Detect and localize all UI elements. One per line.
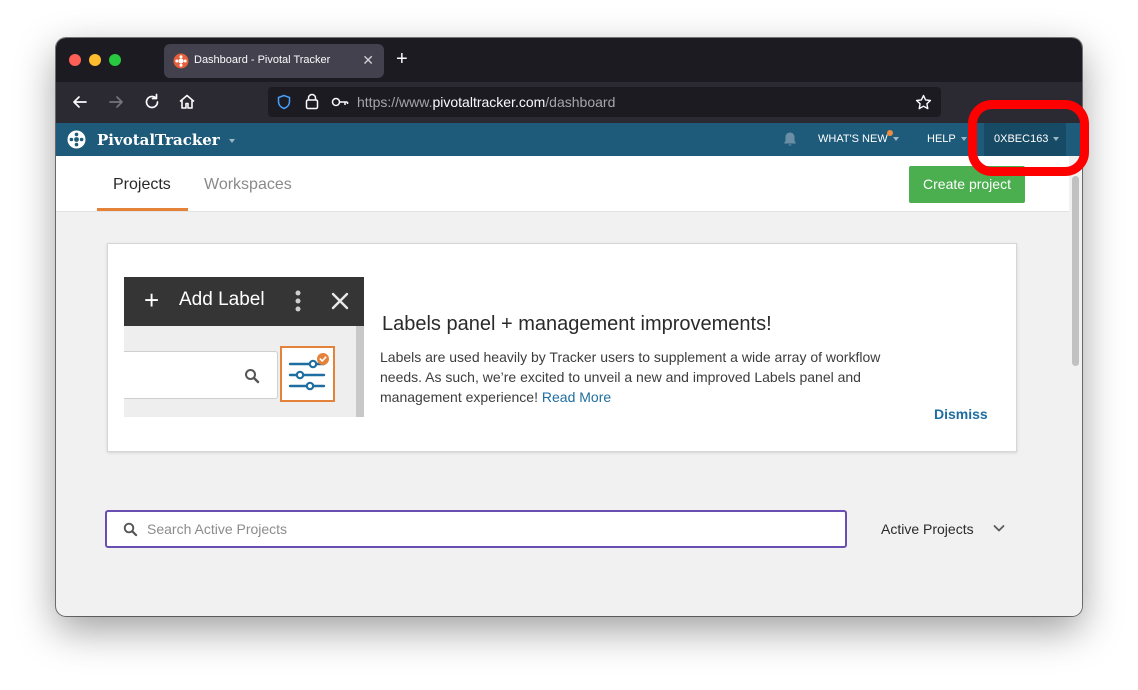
illustration-filter-button — [280, 346, 335, 402]
read-more-link[interactable]: Read More — [542, 389, 611, 405]
browser-window: Dashboard - Pivotal Tracker ✕ + https://… — [56, 38, 1082, 616]
illustration-search-field — [124, 351, 278, 399]
url-bar[interactable]: https://www.pivotaltracker.com/dashboard — [268, 87, 941, 117]
notification-bell-icon[interactable] — [783, 131, 797, 148]
search-input[interactable] — [147, 512, 827, 546]
tracking-shield-icon[interactable] — [276, 94, 292, 110]
forward-arrow-icon[interactable] — [105, 91, 127, 113]
dashboard-tabs: Projects Workspaces Create project — [56, 156, 1069, 212]
reload-icon[interactable] — [141, 91, 163, 113]
scrollbar-thumb[interactable] — [1072, 176, 1079, 366]
home-icon[interactable] — [176, 91, 198, 113]
pivotal-tracker-logo[interactable]: PivotalTracker — [97, 131, 235, 149]
banner-title: Labels panel + management improvements! — [382, 313, 772, 335]
illustration-panel-edge — [356, 326, 364, 417]
browser-toolbar: https://www.pivotaltracker.com/dashboard — [56, 82, 1082, 123]
app-header: PivotalTracker WHAT'S NEW HELP 0XBEC163 — [56, 123, 1082, 156]
browser-tab[interactable]: Dashboard - Pivotal Tracker ✕ — [164, 44, 384, 78]
back-arrow-icon[interactable] — [69, 91, 91, 113]
tab-workspaces[interactable]: Workspaces — [204, 176, 292, 194]
announcement-banner: + Add Label Labels panel + management im… — [107, 243, 1017, 452]
chevron-down-icon — [993, 525, 1005, 532]
illustration-toolbar: + Add Label — [124, 277, 364, 326]
pivotal-favicon-icon — [173, 53, 189, 69]
tab-title: Dashboard - Pivotal Tracker — [194, 54, 331, 66]
sliders-icon — [288, 353, 329, 391]
zoom-window-button[interactable] — [109, 54, 121, 66]
chevron-down-icon — [228, 139, 235, 143]
pivotal-logo-icon[interactable] — [67, 130, 86, 149]
lock-icon[interactable] — [305, 93, 319, 110]
kebab-menu-icon — [295, 290, 301, 312]
bookmark-star-icon[interactable] — [915, 94, 932, 111]
illustration-add-label: Add Label — [179, 289, 265, 310]
help-menu[interactable]: HELP — [927, 133, 967, 145]
url-text: https://www.pivotaltracker.com/dashboard — [357, 94, 616, 110]
search-icon — [123, 522, 138, 537]
plus-icon: + — [144, 285, 160, 315]
project-search[interactable] — [105, 510, 847, 548]
project-filter-select[interactable]: Active Projects — [881, 521, 1005, 537]
chevron-down-icon — [892, 137, 899, 142]
key-icon[interactable] — [331, 95, 349, 109]
page-scrollbar[interactable] — [1069, 156, 1082, 616]
close-icon — [331, 292, 349, 310]
new-badge-dot — [887, 130, 893, 136]
tab-projects[interactable]: Projects — [113, 176, 171, 194]
banner-body: Labels are used heavily by Tracker users… — [380, 349, 881, 405]
chevron-down-icon — [960, 137, 967, 142]
active-tab-indicator — [97, 208, 188, 211]
labels-panel-illustration: + Add Label — [124, 277, 364, 417]
close-window-button[interactable] — [69, 54, 81, 66]
highlight-annotation — [968, 100, 1089, 176]
tab-close-icon[interactable]: ✕ — [362, 52, 374, 69]
new-tab-icon[interactable]: + — [396, 47, 408, 71]
dismiss-button[interactable]: Dismiss — [934, 406, 988, 422]
minimize-window-button[interactable] — [89, 54, 101, 66]
search-icon — [245, 369, 260, 384]
browser-titlebar: Dashboard - Pivotal Tracker ✕ + — [56, 38, 1082, 82]
